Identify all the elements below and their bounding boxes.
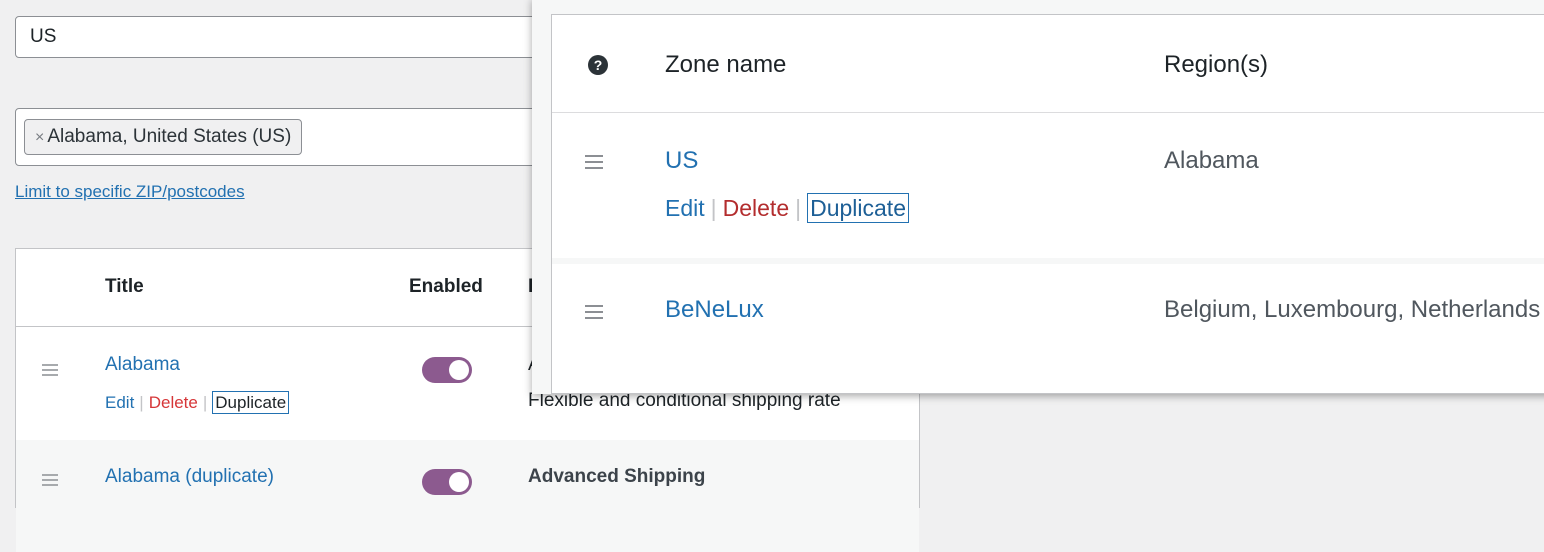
- edit-link[interactable]: Edit: [105, 393, 134, 412]
- zone-name-link[interactable]: US: [665, 147, 698, 175]
- zone-regions-select[interactable]: × Alabama, United States (US): [15, 108, 575, 166]
- remove-tag-icon[interactable]: ×: [35, 129, 44, 146]
- zone-name-link[interactable]: BeNeLux: [665, 296, 764, 324]
- drag-handle-icon[interactable]: [585, 155, 603, 169]
- duplicate-link[interactable]: Duplicate: [807, 193, 909, 223]
- table-row: Alabama (duplicate) Advanced Shipping: [16, 440, 919, 552]
- duplicate-link[interactable]: Duplicate: [212, 391, 290, 414]
- zones-list-panel: ? Zone name Region(s) US Alabama Edit | De…: [532, 0, 1544, 394]
- method-title-link[interactable]: Alabama (duplicate): [105, 466, 274, 488]
- column-regions: Region(s): [1164, 51, 1269, 78]
- zone-row: US Alabama Edit | Delete | Duplicate: [552, 113, 1544, 264]
- region-tag-label: Alabama, United States (US): [47, 126, 292, 147]
- separator: |: [202, 393, 208, 412]
- edit-link[interactable]: Edit: [665, 195, 705, 221]
- zones-table-header: ? Zone name Region(s): [552, 15, 1544, 113]
- region-tag: × Alabama, United States (US): [24, 119, 303, 155]
- drag-handle-icon[interactable]: [42, 364, 58, 376]
- limit-postcodes-link[interactable]: Limit to specific ZIP/postcodes: [15, 182, 245, 202]
- delete-link[interactable]: Delete: [149, 393, 198, 412]
- separator: |: [795, 195, 802, 221]
- column-enabled: Enabled: [409, 276, 483, 297]
- column-zone-name: Zone name: [665, 51, 787, 78]
- help-icon[interactable]: ?: [588, 55, 608, 75]
- drag-handle-icon[interactable]: [585, 305, 603, 319]
- zone-name-input[interactable]: [15, 16, 575, 58]
- zones-table: ? Zone name Region(s) US Alabama Edit | De…: [551, 14, 1544, 394]
- separator: |: [139, 393, 144, 412]
- drag-handle-icon[interactable]: [42, 474, 58, 486]
- zone-row: BeNeLux Belgium, Luxembourg, Netherlands: [552, 264, 1544, 394]
- separator: |: [710, 195, 717, 221]
- method-title-link[interactable]: Alabama: [105, 354, 180, 376]
- enabled-toggle[interactable]: [422, 469, 472, 495]
- row-actions: Edit | Delete | Duplicate: [105, 391, 290, 414]
- method-name: Advanced Shipping: [528, 466, 706, 487]
- column-title: Title: [105, 276, 144, 297]
- zone-row-actions: Edit | Delete | Duplicate: [665, 193, 909, 223]
- delete-link[interactable]: Delete: [723, 195, 789, 221]
- zone-regions: Belgium, Luxembourg, Netherlands: [1164, 296, 1541, 323]
- enabled-toggle[interactable]: [422, 357, 472, 383]
- zone-regions: Alabama: [1164, 147, 1259, 174]
